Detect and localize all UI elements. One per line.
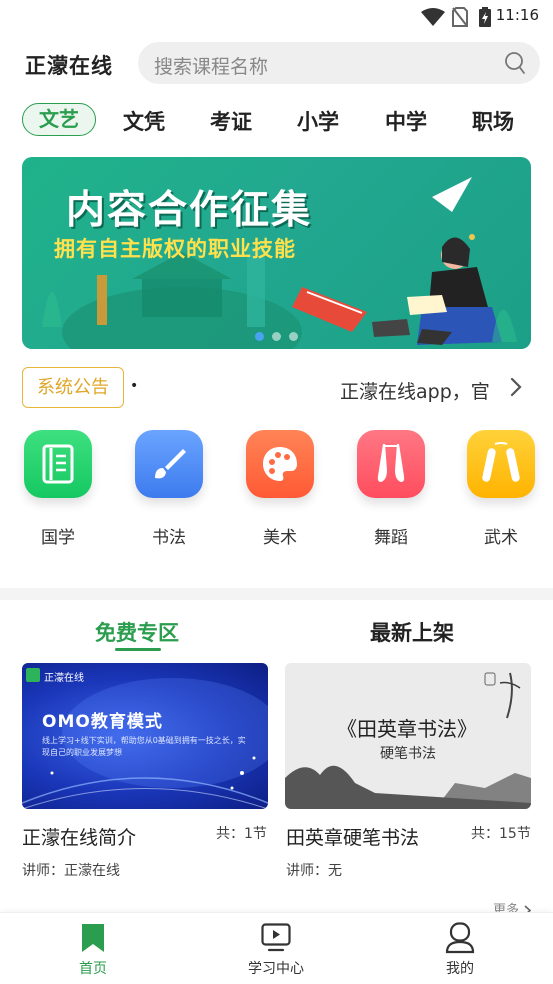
bottom-navigation: 首页 学习中心 我的 [0, 912, 553, 984]
course-title[interactable]: 正濛在线简介 [22, 823, 136, 850]
notice-badge: 系统公告 [22, 367, 124, 408]
nav-profile-label: 我的 [446, 961, 474, 977]
course-teacher: 讲师：无 [286, 863, 342, 879]
course-cover-intro[interactable]: 正濛在线 OMO教育模式 线上学习+线下实训，帮助您从0基础到拥有一技之长，实现… [22, 663, 268, 809]
bookmark-icon [82, 924, 104, 952]
palette-icon [263, 447, 297, 481]
notice-bullet: • [130, 378, 139, 394]
course-title[interactable]: 田英章硬笔书法 [286, 823, 419, 850]
book-icon [42, 444, 74, 484]
nav-learning-label: 学习中心 [248, 961, 304, 977]
course-lesson-count: 共：15节 [471, 826, 531, 842]
wifi-icon [421, 8, 445, 26]
cover-headline: 《田英章书法》 [337, 717, 477, 741]
no-sim-icon [452, 7, 468, 27]
notice-text[interactable]: 正濛在线app，官 [340, 377, 500, 404]
nav-profile[interactable]: 我的 [400, 913, 520, 984]
category-shufa-button[interactable] [135, 430, 203, 498]
user-icon [445, 922, 475, 954]
cover-headline: OMO教育模式 [42, 712, 163, 732]
status-time: 11:16 [495, 6, 539, 24]
tab-free-zone[interactable]: 免费专区 [95, 617, 179, 647]
brush-icon [155, 449, 186, 479]
tab-kaozheng[interactable]: 考证 [210, 106, 252, 136]
cover-description: 线上学习+线下实训，帮助您从0基础到拥有一技之长，实现自己的职业发展梦想 [42, 736, 246, 757]
banner-dot[interactable] [289, 332, 298, 341]
category-wudao-button[interactable] [357, 430, 425, 498]
category-label: 书法 [152, 528, 186, 548]
category-wushu-button[interactable] [467, 430, 535, 498]
category-label: 武术 [484, 528, 518, 548]
category-label: 国学 [41, 528, 75, 548]
tab-xiaoxue[interactable]: 小学 [297, 106, 339, 136]
nav-home-label: 首页 [79, 961, 107, 977]
active-tab-indicator [115, 648, 161, 651]
tab-zhichang[interactable]: 职场 [472, 106, 514, 136]
battery-icon [479, 7, 491, 27]
tab-zhongxue[interactable]: 中学 [385, 106, 427, 136]
tab-wenyi[interactable]: 文艺 [22, 103, 96, 136]
course-cover-calligraphy[interactable]: 《田英章书法》 硬笔书法 [285, 663, 531, 809]
search-bar[interactable]: 搜索课程名称 [138, 42, 540, 84]
app-brand-title: 正濛在线 [25, 54, 113, 78]
banner-dot[interactable] [272, 332, 281, 341]
promo-banner[interactable]: 内容合作征集 拥有自主版权的职业技能 [22, 157, 531, 349]
course-teacher: 讲师：正濛在线 [22, 863, 120, 879]
search-input[interactable]: 搜索课程名称 [154, 52, 268, 79]
banner-title: 内容合作征集 [66, 188, 313, 233]
cover-subtitle: 硬笔书法 [380, 746, 436, 762]
banner-dot-active[interactable] [255, 332, 264, 341]
nunchaku-icon [482, 442, 520, 482]
cover-logo-text: 正濛在线 [44, 673, 84, 684]
category-label: 美术 [263, 528, 297, 548]
nav-learning-center[interactable]: 学习中心 [216, 913, 336, 984]
search-icon[interactable] [504, 51, 526, 75]
ballet-shoes-icon [377, 444, 405, 482]
nav-home[interactable]: 首页 [33, 913, 153, 984]
chevron-right-icon[interactable] [509, 376, 523, 398]
course-lesson-count: 共：1节 [216, 826, 267, 842]
video-play-icon [261, 923, 291, 952]
tab-new-arrivals[interactable]: 最新上架 [370, 617, 454, 647]
section-divider [0, 588, 553, 600]
status-bar: 11:16 [0, 0, 553, 32]
tab-wenping[interactable]: 文凭 [123, 106, 165, 136]
category-guoxue-button[interactable] [24, 430, 92, 498]
banner-subtitle: 拥有自主版权的职业技能 [54, 237, 296, 261]
category-meishu-button[interactable] [246, 430, 314, 498]
category-label: 舞蹈 [374, 528, 408, 548]
